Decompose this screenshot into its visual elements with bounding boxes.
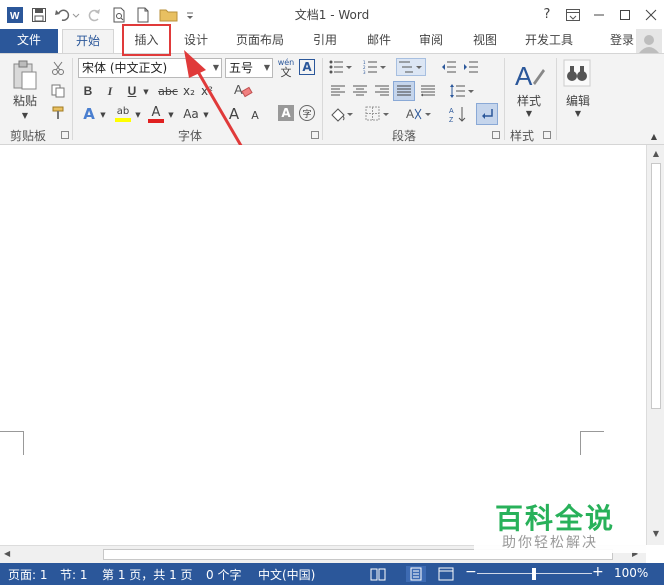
scroll-down-icon[interactable]: ▼ [650,529,662,541]
status-language[interactable]: 中文(中国) [258,566,315,583]
vertical-scrollbar[interactable]: ▲ ▼ [646,145,664,545]
zoom-level[interactable]: 100% [614,566,648,580]
status-word-count[interactable]: 0 个字 [206,566,241,583]
status-page-count[interactable]: 第 1 页，共 1 页 [102,566,193,583]
document-canvas[interactable] [0,145,646,545]
status-bar: 页面: 1 节: 1 第 1 页，共 1 页 0 个字 中文(中国) − + 1… [0,563,664,585]
watermark: 百科全说 助你轻松解决 [474,495,646,553]
watermark-title: 百科全说 [495,502,616,535]
scroll-up-icon[interactable]: ▲ [650,149,662,161]
zoom-slider-thumb[interactable] [532,568,536,580]
page-corner-mark [0,431,24,455]
zoom-out-button[interactable]: − [465,564,477,580]
page-corner-mark [580,431,604,455]
zoom-in-button[interactable]: + [592,564,604,580]
vertical-scroll-thumb[interactable] [651,163,661,409]
status-page[interactable]: 页面: 1 [8,566,48,583]
print-layout-icon[interactable] [406,566,426,582]
scroll-left-icon[interactable]: ◀ [4,549,10,558]
watermark-subtitle: 助你轻松解决 [502,535,598,551]
status-section[interactable]: 节: 1 [60,566,88,583]
read-mode-icon[interactable] [370,567,386,584]
web-layout-icon[interactable] [438,567,454,584]
